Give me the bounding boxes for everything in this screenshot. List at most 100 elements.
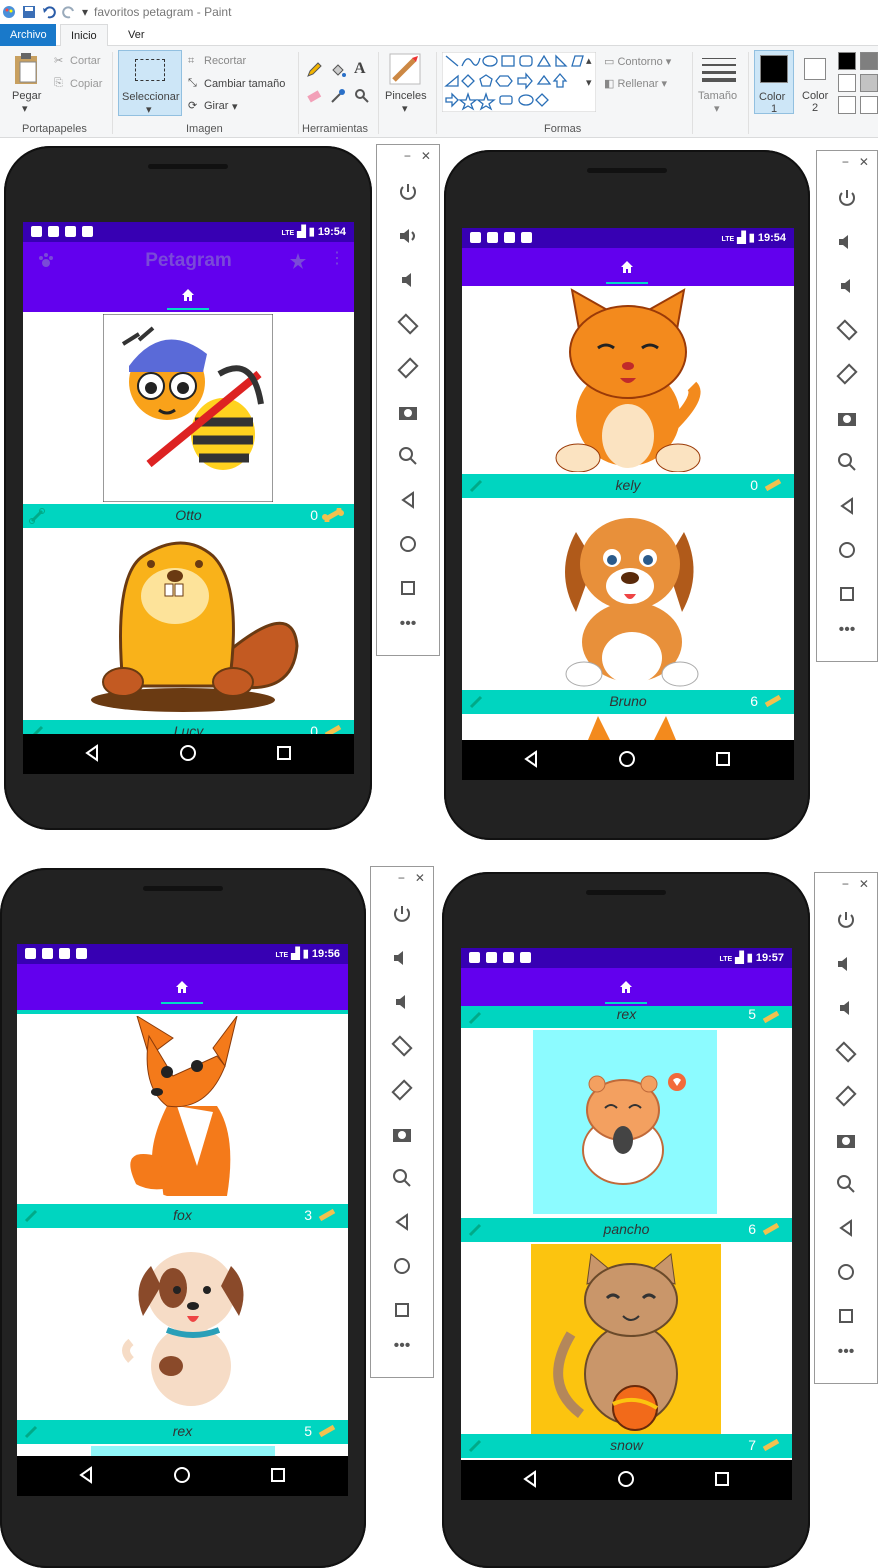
overview-icon[interactable] (835, 1305, 857, 1327)
menu-ver[interactable]: Ver (118, 24, 155, 46)
pet-image-otto[interactable] (103, 314, 273, 502)
zoom-icon[interactable] (391, 1167, 413, 1189)
rotate-left-icon[interactable] (397, 313, 419, 335)
undo-icon[interactable] (42, 5, 56, 19)
pet-image-lucy[interactable] (83, 536, 303, 714)
back-icon[interactable] (836, 495, 858, 517)
back-icon[interactable] (521, 1470, 539, 1488)
camera-icon[interactable] (835, 1129, 857, 1151)
emu-window-controls[interactable]: − ✕ (842, 155, 869, 169)
volume-up-icon[interactable] (836, 231, 858, 253)
pencil-icon[interactable] (306, 62, 322, 78)
copy-icon[interactable]: ⎘ (54, 77, 63, 90)
pet-image-bruno[interactable] (554, 502, 704, 688)
back-icon[interactable] (397, 489, 419, 511)
menu-archivo[interactable]: Archivo (0, 24, 56, 46)
tamano-button[interactable]: Tamaño (698, 90, 737, 102)
more-icon[interactable]: ••• (835, 1343, 857, 1365)
recortar-button[interactable]: Recortar (204, 55, 246, 67)
volume-down-icon[interactable] (397, 269, 419, 291)
power-icon[interactable] (391, 903, 413, 925)
home-icon[interactable] (175, 980, 189, 994)
volume-up-icon[interactable] (391, 947, 413, 969)
tamano-dropdown-icon[interactable]: ▾ (714, 102, 720, 115)
contorno-button[interactable]: ▭ Contorno ▾ (604, 55, 671, 68)
palette-white-3[interactable] (860, 96, 878, 114)
save-icon[interactable] (22, 5, 36, 19)
home-icon[interactable] (619, 980, 633, 994)
back-icon[interactable] (522, 750, 540, 768)
palette-black[interactable] (838, 52, 856, 70)
home-nav-icon[interactable] (173, 1466, 191, 1484)
camera-icon[interactable] (391, 1123, 413, 1145)
pet-image-snow[interactable] (531, 1244, 721, 1434)
rellenar-button[interactable]: ◧ Rellenar ▾ (604, 77, 667, 90)
recents-icon[interactable] (713, 1470, 731, 1488)
camera-icon[interactable] (397, 401, 419, 423)
palette-white-2[interactable] (838, 96, 856, 114)
pet-image-fox[interactable] (127, 1016, 247, 1200)
paste-icon[interactable] (12, 52, 40, 86)
magnifier-icon[interactable] (354, 88, 370, 104)
overview-icon[interactable] (836, 583, 858, 605)
more-icon[interactable]: ••• (836, 621, 858, 643)
palette-white[interactable] (838, 74, 856, 92)
more-icon[interactable]: ••• (397, 615, 419, 637)
recents-icon[interactable] (714, 750, 732, 768)
rotate-right-icon[interactable] (397, 357, 419, 379)
home-circle-icon[interactable] (835, 1261, 857, 1283)
home-nav-icon[interactable] (617, 1470, 635, 1488)
rotate-right-icon[interactable] (835, 1085, 857, 1107)
pet-image-rex[interactable] (121, 1246, 251, 1414)
star-icon[interactable] (289, 252, 307, 270)
shapes-gallery[interactable] (442, 52, 596, 112)
volume-down-icon[interactable] (835, 997, 857, 1019)
emu-window-controls[interactable]: − ✕ (404, 149, 431, 163)
overflow-menu-icon[interactable]: ⋮ (329, 248, 345, 268)
pinceles-button[interactable]: Pinceles (385, 90, 427, 102)
emu-window-controls[interactable]: − ✕ (398, 871, 425, 885)
home-circle-icon[interactable] (397, 533, 419, 555)
shapes-scroll-down-icon[interactable]: ▾ (586, 76, 592, 89)
emu-window-controls[interactable]: − ✕ (842, 877, 869, 891)
menu-inicio[interactable]: Inicio (60, 24, 108, 46)
back-icon[interactable] (391, 1211, 413, 1233)
fill-icon[interactable] (330, 62, 346, 78)
recents-icon[interactable] (275, 744, 293, 762)
zoom-icon[interactable] (835, 1173, 857, 1195)
volume-up-icon[interactable] (835, 953, 857, 975)
back-icon[interactable] (83, 744, 101, 762)
color1-button[interactable]: Color 1 (754, 50, 794, 115)
overview-icon[interactable] (391, 1299, 413, 1321)
camera-icon[interactable] (836, 407, 858, 429)
crop-icon[interactable]: ⌗ (188, 55, 194, 68)
volume-up-icon[interactable] (397, 225, 419, 247)
power-icon[interactable] (835, 909, 857, 931)
power-icon[interactable] (397, 181, 419, 203)
cortar-button[interactable]: Cortar (70, 55, 101, 67)
select-button[interactable]: Seleccionar ▾ (118, 50, 182, 116)
pinceles-dropdown-icon[interactable]: ▾ (402, 102, 408, 115)
volume-down-icon[interactable] (836, 275, 858, 297)
palette-lightgray[interactable] (860, 74, 878, 92)
size-icon[interactable] (702, 56, 736, 82)
more-icon[interactable]: ••• (391, 1337, 413, 1359)
home-nav-icon[interactable] (618, 750, 636, 768)
cambiar-tamano-button[interactable]: Cambiar tamaño (204, 78, 285, 90)
rotate-left-icon[interactable] (835, 1041, 857, 1063)
quick-access-dropdown-icon[interactable]: ▾ (82, 5, 88, 19)
zoom-icon[interactable] (836, 451, 858, 473)
resize-icon[interactable]: ⤡ (188, 77, 197, 90)
home-circle-icon[interactable] (391, 1255, 413, 1277)
pet-image-pancho[interactable] (533, 1030, 717, 1214)
recents-icon[interactable] (269, 1466, 287, 1484)
home-icon[interactable] (181, 288, 195, 302)
redo-icon[interactable] (62, 5, 76, 19)
home-nav-icon[interactable] (179, 744, 197, 762)
rotate-right-icon[interactable] (391, 1079, 413, 1101)
eraser-icon[interactable] (306, 88, 322, 104)
color2-button[interactable]: Color 2 (798, 50, 834, 114)
rotate-icon[interactable]: ⟳ (188, 99, 197, 112)
volume-down-icon[interactable] (391, 991, 413, 1013)
overview-icon[interactable] (397, 577, 419, 599)
